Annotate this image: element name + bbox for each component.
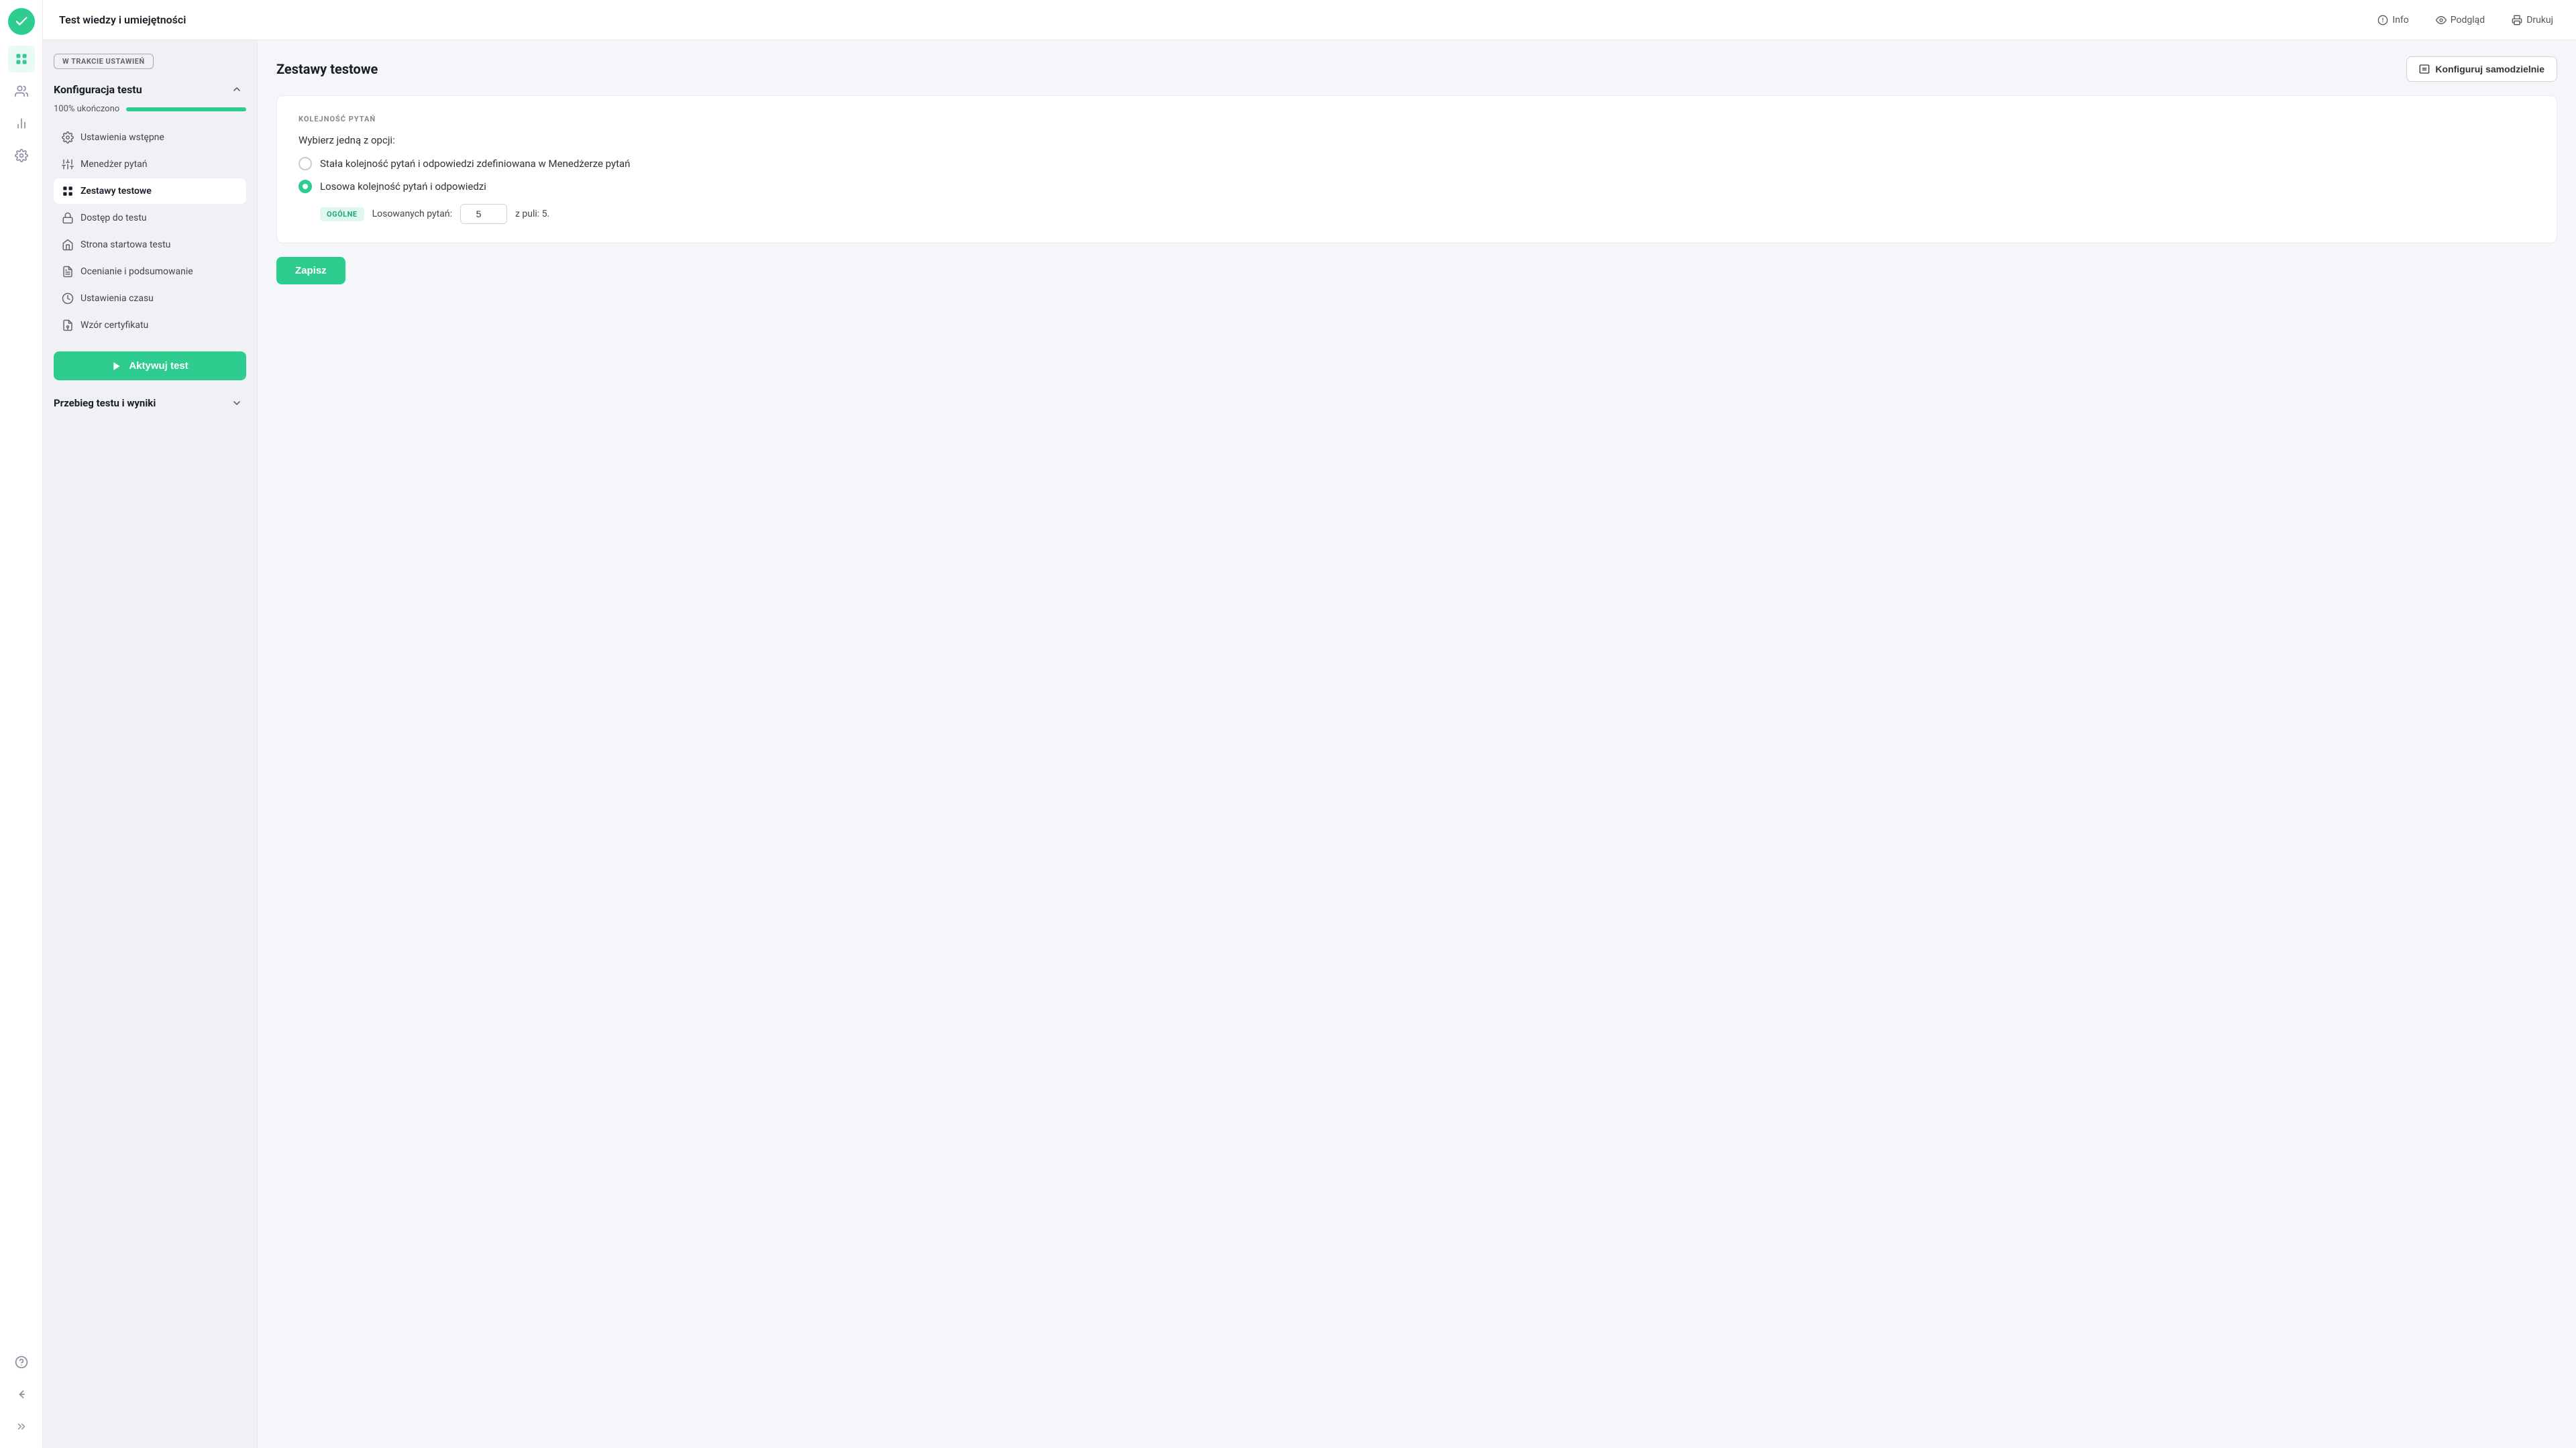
app-container: Test wiedzy i umiejętności Info Podgląd — [43, 0, 2576, 1448]
radio-fixed-label: Stała kolejność pytań i odpowiedzi zdefi… — [320, 158, 630, 170]
nav-back-icon[interactable] — [8, 1381, 35, 1408]
menu-item-label: Ustawienia czasu — [80, 293, 154, 304]
card-section-label: KOLEJNOŚĆ PYTAŃ — [299, 115, 2535, 123]
info-icon — [2377, 15, 2388, 25]
chevron-up-icon — [231, 84, 242, 95]
menu-item-label: Dostęp do testu — [80, 213, 147, 223]
nav-expand-icon[interactable] — [8, 1413, 35, 1440]
nav-users-icon[interactable] — [8, 78, 35, 105]
doc-icon — [62, 266, 74, 278]
preview-label: Podgląd — [2451, 15, 2485, 25]
left-panel: W TRAKCIE USTAWIEŃ Konfiguracja testu 10… — [43, 40, 258, 1448]
nav-sidebar — [0, 0, 43, 1448]
header-actions: Info Podgląd Drukuj — [2371, 11, 2560, 30]
progress-bar-wrap — [126, 107, 246, 111]
nav-help-icon[interactable] — [8, 1349, 35, 1376]
menu-item-strona-startowa[interactable]: Strona startowa testu — [54, 232, 246, 258]
info-button[interactable]: Info — [2371, 11, 2415, 30]
main-top-row: Zestawy testowe Konfiguruj samodzielnie — [276, 56, 2557, 82]
menu-item-ustawienia-czasu[interactable]: Ustawienia czasu — [54, 286, 246, 311]
lock-icon — [62, 212, 74, 224]
radio-fixed-circle[interactable] — [299, 157, 312, 170]
progress-bar-fill — [126, 107, 246, 111]
play-icon — [111, 361, 122, 372]
settings-icon — [62, 131, 74, 144]
top-header: Test wiedzy i umiejętności Info Podgląd — [43, 0, 2576, 40]
menu-item-zestawy-testowe[interactable]: Zestawy testowe — [54, 178, 246, 204]
radio-random-label: Losowa kolejność pytań i odpowiedzi — [320, 180, 486, 192]
losowanych-label: Losowanych pytań: — [372, 209, 452, 219]
page-title: Test wiedzy i umiejętności — [59, 13, 2371, 26]
configure-self-button[interactable]: Konfiguruj samodzielnie — [2406, 56, 2557, 82]
progress-row: 100% ukończono — [54, 104, 246, 114]
results-section[interactable]: Przebieg testu i wyniki — [54, 391, 246, 415]
losowanych-row: OGÓLNE Losowanych pytań: z puli: 5. — [320, 204, 2535, 224]
losowanych-input[interactable] — [460, 204, 507, 224]
menu-item-ustawienia-wstepne[interactable]: Ustawienia wstępne — [54, 125, 246, 150]
config-section-title: Konfiguracja testu — [54, 83, 142, 96]
radio-option-fixed[interactable]: Stała kolejność pytań i odpowiedzi zdefi… — [299, 157, 2535, 170]
config-section-header: Konfiguracja testu — [54, 80, 246, 99]
main-content: Zestawy testowe Konfiguruj samodzielnie … — [258, 40, 2576, 1448]
nav-settings-icon[interactable] — [8, 142, 35, 169]
home-icon — [62, 239, 74, 251]
save-button[interactable]: Zapisz — [276, 257, 345, 284]
grid-icon — [62, 185, 74, 197]
print-label: Drukuj — [2526, 15, 2553, 25]
configure-icon — [2419, 64, 2430, 74]
menu-item-menedzer-pytan[interactable]: Menedżer pytań — [54, 152, 246, 177]
clock-icon — [62, 292, 74, 304]
config-menu: Ustawienia wstępne Menedżer pytań — [54, 125, 246, 338]
menu-item-label: Zestawy testowe — [80, 186, 152, 197]
configure-self-label: Konfiguruj samodzielnie — [2435, 64, 2544, 74]
choose-label: Wybierz jedną z opcji: — [299, 134, 2535, 146]
preview-button[interactable]: Podgląd — [2429, 11, 2491, 30]
chevron-down-icon — [231, 398, 242, 408]
app-logo[interactable] — [8, 8, 35, 35]
content-area: W TRAKCIE USTAWIEŃ Konfiguracja testu 10… — [43, 40, 2576, 1448]
activate-btn-label: Aktywuj test — [129, 360, 188, 372]
print-icon — [2512, 15, 2522, 25]
menu-item-label: Strona startowa testu — [80, 239, 170, 250]
radio-random-circle[interactable] — [299, 180, 312, 193]
cert-icon — [62, 319, 74, 331]
activate-test-button[interactable]: Aktywuj test — [54, 351, 246, 380]
menu-item-dostep-do-testu[interactable]: Dostęp do testu — [54, 205, 246, 231]
z-puli-text: z puli: 5. — [515, 209, 549, 219]
menu-item-label: Ocenianie i podsumowanie — [80, 266, 193, 277]
progress-label: 100% ukończono — [54, 104, 119, 114]
results-section-title: Przebieg testu i wyniki — [54, 397, 156, 409]
menu-item-label: Ustawienia wstępne — [80, 132, 164, 143]
sliders-icon — [62, 158, 74, 170]
preview-icon — [2436, 15, 2447, 25]
radio-option-random[interactable]: Losowa kolejność pytań i odpowiedzi — [299, 180, 2535, 193]
config-collapse-button[interactable] — [227, 80, 246, 99]
print-button[interactable]: Drukuj — [2505, 11, 2560, 30]
config-card: KOLEJNOŚĆ PYTAŃ Wybierz jedną z opcji: S… — [276, 95, 2557, 243]
menu-item-wzor-certyfikatu[interactable]: Wzór certyfikatu — [54, 313, 246, 338]
ogolne-badge: OGÓLNE — [320, 207, 364, 221]
results-collapse-button[interactable] — [227, 394, 246, 412]
info-label: Info — [2392, 15, 2408, 25]
menu-item-label: Wzór certyfikatu — [80, 320, 148, 331]
status-badge: W TRAKCIE USTAWIEŃ — [54, 54, 154, 69]
main-section-title: Zestawy testowe — [276, 61, 378, 77]
menu-item-ocenianie[interactable]: Ocenianie i podsumowanie — [54, 259, 246, 284]
nav-chart-icon[interactable] — [8, 110, 35, 137]
menu-item-label: Menedżer pytań — [80, 159, 148, 170]
nav-grid-icon[interactable] — [8, 46, 35, 72]
